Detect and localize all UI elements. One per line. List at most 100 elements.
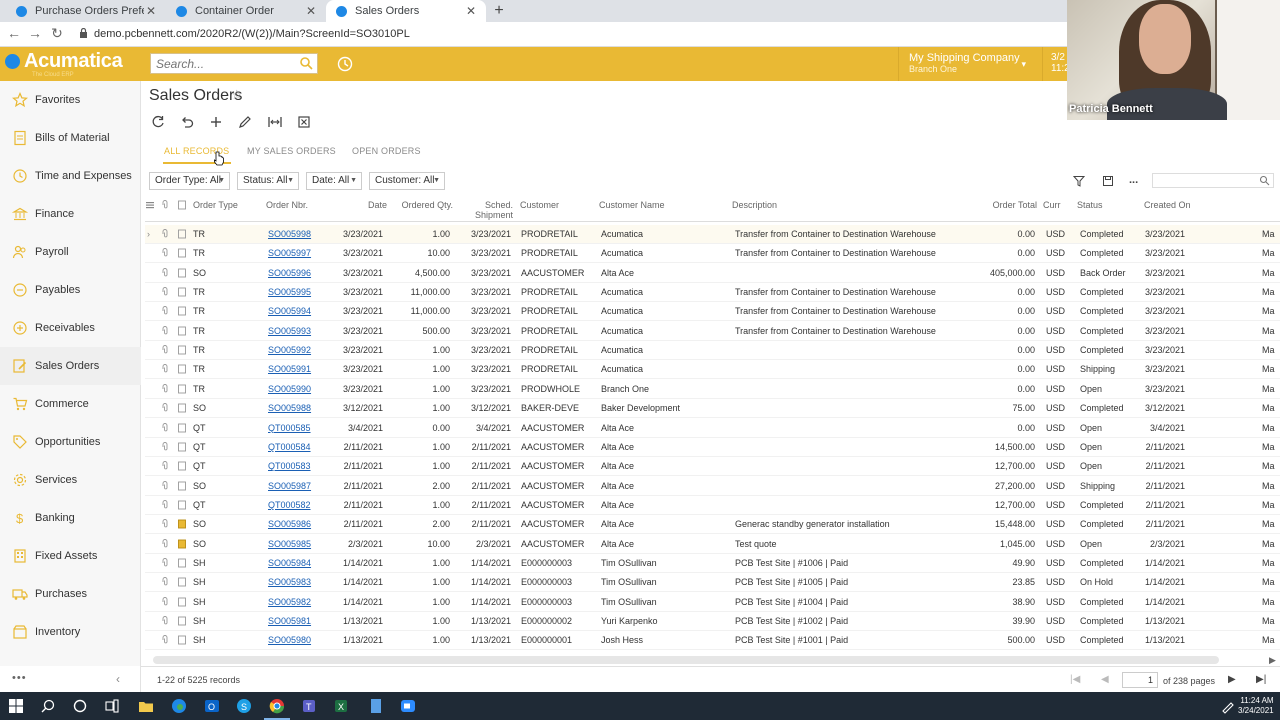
table-row[interactable]: TR SO005994 3/23/2021 11,000.00 3/23/2021 PRO…: [145, 302, 1280, 322]
table-row[interactable]: SH SO005983 1/14/2021 1.00 1/14/2021 E0000000…: [145, 573, 1280, 593]
undo-icon[interactable]: [179, 114, 195, 130]
paperclip-icon[interactable]: [160, 616, 170, 626]
order-number-link[interactable]: SO005991: [268, 364, 311, 374]
paperclip-icon[interactable]: [160, 441, 170, 452]
sidebar-item-time-and-expenses[interactable]: Time and Expenses: [0, 157, 141, 195]
first-page-icon[interactable]: |◀: [1070, 674, 1080, 685]
note-icon[interactable]: [177, 364, 187, 374]
header-description[interactable]: Description: [732, 200, 777, 210]
table-row[interactable]: SH SO005981 1/13/2021 1.00 1/13/2021 E0000000…: [145, 612, 1280, 631]
note-icon[interactable]: [177, 423, 187, 433]
add-icon[interactable]: [208, 114, 224, 130]
sidebar-item-services[interactable]: Services: [0, 461, 141, 499]
paperclip-icon[interactable]: [160, 364, 170, 374]
order-number-link[interactable]: SO005984: [268, 558, 311, 568]
more-menu-icon[interactable]: •••: [12, 672, 27, 684]
note-icon[interactable]: [177, 577, 187, 587]
paperclip-icon[interactable]: [160, 538, 170, 549]
order-number-link[interactable]: SO005982: [268, 597, 311, 607]
table-row[interactable]: SO SO005988 3/12/2021 1.00 3/12/2021 BAKER-DE…: [145, 399, 1280, 419]
paperclip-icon[interactable]: [160, 499, 170, 510]
paperclip-icon[interactable]: [160, 267, 170, 278]
order-number-link[interactable]: SO005998: [268, 229, 311, 239]
last-page-icon[interactable]: ▶|: [1256, 674, 1266, 685]
export-excel-icon[interactable]: [296, 114, 312, 130]
note-icon[interactable]: [177, 635, 187, 645]
table-row[interactable]: SO SO005996 3/23/2021 4,500.00 3/23/2021 AACU…: [145, 264, 1280, 283]
sidebar-item-purchases[interactable]: Purchases: [0, 575, 141, 613]
date-filter[interactable]: Date: All ▼: [306, 172, 362, 190]
note-icon[interactable]: [177, 268, 187, 278]
table-row[interactable]: TR SO005992 3/23/2021 1.00 3/23/2021 PRODRETA…: [145, 341, 1280, 361]
note-icon[interactable]: [177, 597, 187, 607]
sidebar-item-opportunities[interactable]: Opportunities: [0, 423, 141, 461]
paperclip-icon[interactable]: [160, 558, 170, 568]
note-icon[interactable]: [177, 442, 187, 452]
forward-arrow-icon[interactable]: →: [26, 25, 44, 41]
note-icon[interactable]: [177, 403, 187, 413]
fit-columns-icon[interactable]: [267, 114, 283, 130]
chrome-icon[interactable]: [268, 697, 286, 715]
note-filled-icon[interactable]: [177, 519, 187, 529]
pen-workspace-icon[interactable]: [1219, 697, 1237, 715]
app-logo[interactable]: Acumatica: [24, 50, 123, 73]
order-number-link[interactable]: SO005980: [268, 635, 311, 645]
header-order-type[interactable]: Order Type: [193, 200, 238, 210]
next-page-icon[interactable]: ▶: [1228, 674, 1236, 685]
close-icon[interactable]: ✕: [464, 4, 478, 18]
paperclip-icon[interactable]: [160, 577, 170, 587]
paperclip-icon[interactable]: [160, 519, 170, 529]
header-customer-name[interactable]: Customer Name: [599, 200, 665, 210]
order-number-link[interactable]: SO005986: [268, 519, 311, 529]
order-type-filter[interactable]: Order Type: All ▼: [149, 172, 230, 190]
header-customer[interactable]: Customer: [520, 200, 559, 210]
paperclip-icon[interactable]: [160, 345, 170, 355]
order-number-link[interactable]: SO005993: [268, 326, 311, 336]
close-icon[interactable]: ✕: [144, 4, 158, 18]
close-icon[interactable]: ✕: [304, 4, 318, 18]
column-settings-icon[interactable]: [145, 200, 155, 210]
table-row[interactable]: TR SO005990 3/23/2021 1.00 3/23/2021 PRODWHOL…: [145, 380, 1280, 399]
row-selector-icon[interactable]: ›: [147, 229, 150, 239]
table-row[interactable]: TR SO005995 3/23/2021 11,000.00 3/23/2021 PRO…: [145, 283, 1280, 303]
recent-history-icon[interactable]: [336, 55, 354, 73]
note-icon[interactable]: [177, 345, 187, 355]
paperclip-icon[interactable]: [160, 635, 170, 645]
new-tab-plus-icon[interactable]: +: [490, 2, 508, 20]
order-number-link[interactable]: SO005985: [268, 539, 311, 549]
paperclip-icon[interactable]: [160, 403, 170, 413]
header-order-total[interactable]: Order Total: [975, 200, 1037, 210]
note-icon[interactable]: [177, 306, 187, 316]
browser-tab-sales-orders[interactable]: Sales Orders ✕: [326, 0, 486, 22]
note-icon[interactable]: [177, 481, 187, 491]
table-row[interactable]: QT QT000582 2/11/2021 1.00 2/11/2021 AACUSTOM…: [145, 496, 1280, 515]
header-status[interactable]: Status: [1077, 200, 1103, 210]
order-number-link[interactable]: QT000583: [268, 461, 311, 471]
order-number-link[interactable]: SO005987: [268, 481, 311, 491]
order-number-link[interactable]: SO005992: [268, 345, 311, 355]
favorite-star-icon[interactable]: ☆: [231, 87, 243, 103]
paperclip-icon[interactable]: [160, 229, 170, 239]
note-icon[interactable]: [177, 500, 187, 510]
global-search[interactable]: [150, 53, 318, 74]
order-number-link[interactable]: QT000584: [268, 442, 311, 452]
table-row[interactable]: SH SO005980 1/13/2021 1.00 1/13/2021 E0000000…: [145, 631, 1280, 651]
paperclip-icon[interactable]: [160, 422, 170, 433]
teams-icon[interactable]: T: [300, 697, 318, 715]
more-actions-button[interactable]: ...: [1129, 174, 1138, 186]
paperclip-icon[interactable]: [160, 287, 170, 297]
search-input[interactable]: [151, 54, 291, 73]
task-view-icon[interactable]: [103, 697, 121, 715]
note-icon[interactable]: [177, 384, 187, 394]
note-filled-icon[interactable]: [177, 539, 187, 549]
grid-search-input[interactable]: [1152, 173, 1274, 188]
page-number-input[interactable]: 1: [1122, 672, 1158, 688]
paperclip-icon[interactable]: [160, 306, 170, 316]
table-row[interactable]: SO SO005986 2/11/2021 2.00 2/11/2021 AACUSTOM…: [145, 515, 1280, 535]
notepad-icon[interactable]: [367, 697, 385, 715]
skype-icon[interactable]: S: [235, 697, 253, 715]
header-currency[interactable]: Curr: [1043, 200, 1061, 210]
order-number-link[interactable]: QT000582: [268, 500, 311, 510]
search-icon[interactable]: [299, 56, 313, 70]
sidebar-item-payables[interactable]: Payables: [0, 271, 141, 309]
